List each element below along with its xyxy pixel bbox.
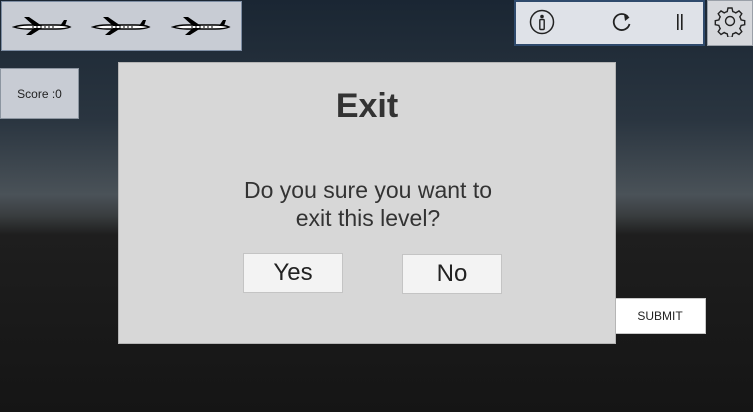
airplane-icon	[171, 15, 231, 37]
airplane-icon	[91, 15, 152, 37]
pause-button[interactable]	[666, 10, 694, 38]
airplane-icon	[11, 15, 72, 37]
yes-button[interactable]: Yes	[243, 253, 343, 293]
dialog-message-line2: exit this level?	[295, 205, 441, 231]
pause-icon	[674, 12, 686, 37]
restart-button[interactable]	[608, 10, 636, 38]
lives-panel	[1, 1, 242, 51]
exit-dialog: Exit Do you sure you want to exit this l…	[118, 62, 616, 344]
no-label: No	[436, 260, 468, 287]
score-label: Score :0	[17, 86, 62, 101]
dialog-message: Do you sure you want to exit this level?	[179, 176, 557, 232]
info-icon	[529, 9, 555, 40]
submit-button[interactable]: SUBMIT	[604, 298, 706, 334]
dialog-message-line1: Do you sure you want to	[243, 177, 493, 203]
toolbar	[514, 0, 705, 46]
settings-button[interactable]	[707, 0, 753, 46]
yes-label: Yes	[273, 259, 313, 286]
score-display: Score :0	[0, 68, 79, 119]
dialog-title: Exit	[335, 87, 399, 125]
no-button[interactable]: No	[402, 254, 502, 294]
submit-label: SUBMIT	[637, 309, 683, 323]
gear-icon	[714, 5, 746, 42]
info-button[interactable]	[528, 9, 556, 40]
restart-icon	[611, 11, 633, 38]
